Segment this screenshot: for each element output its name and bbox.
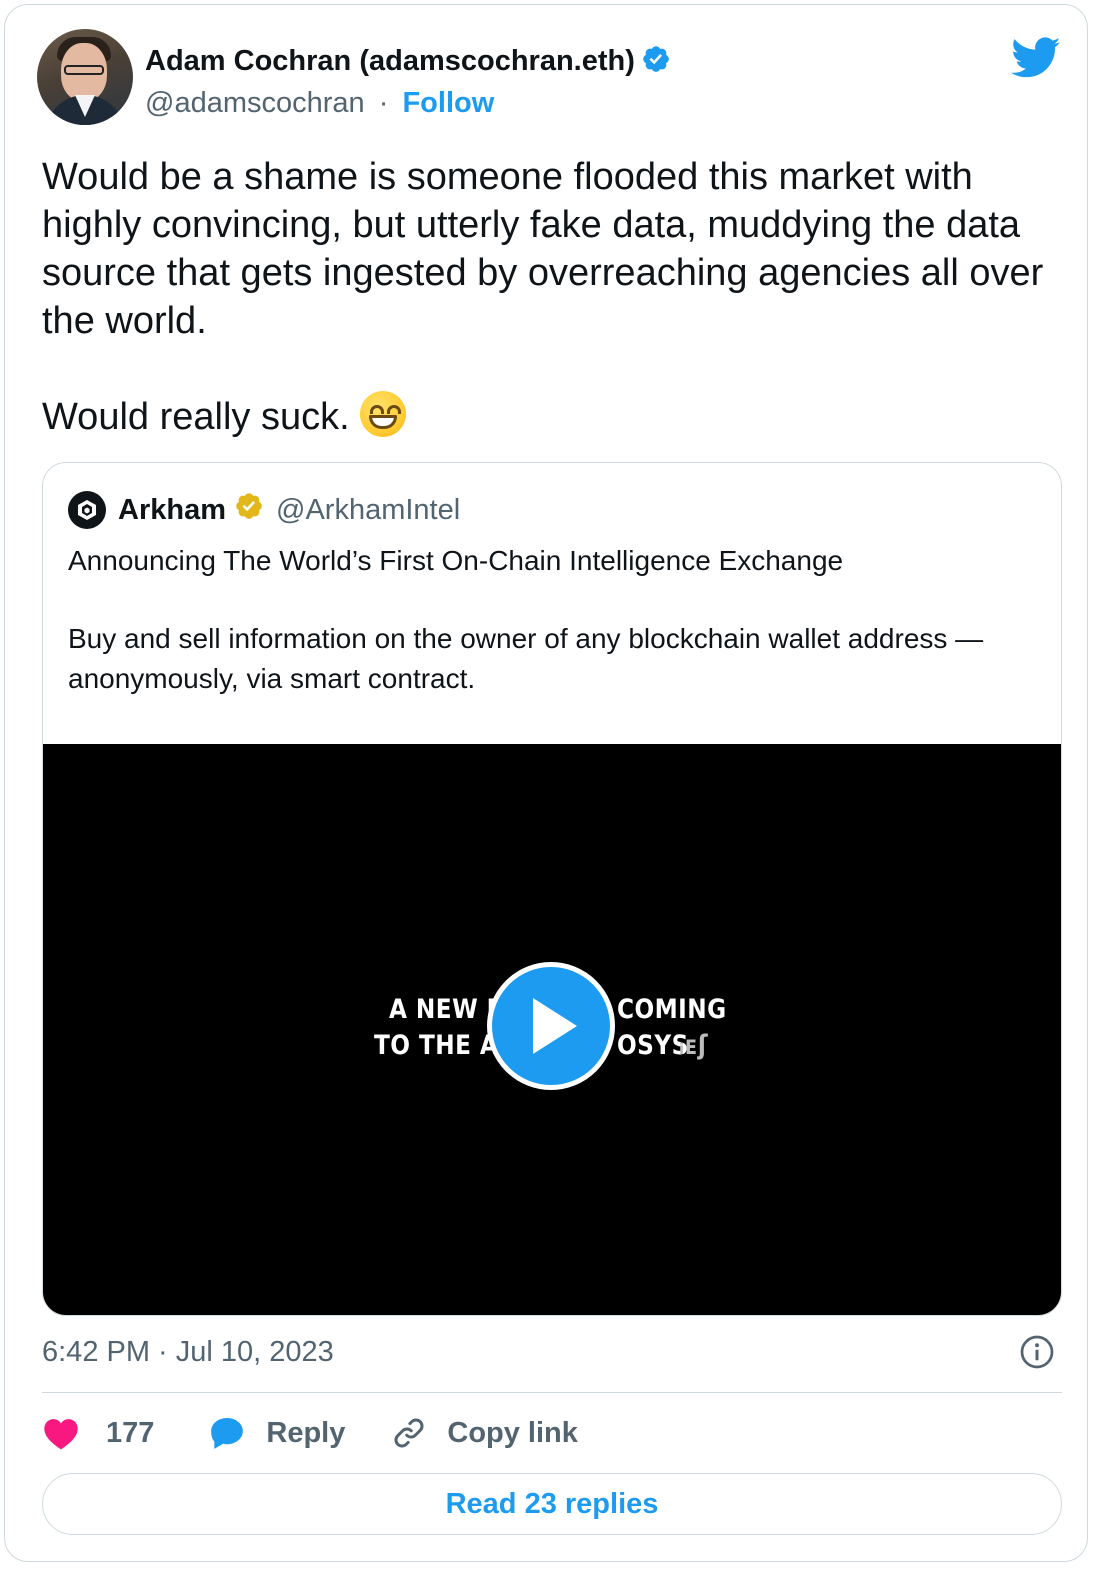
avatar-glasses bbox=[64, 65, 104, 75]
gold-verified-badge-icon bbox=[234, 491, 264, 529]
play-icon bbox=[533, 998, 577, 1054]
action-bar: 177 Reply Copy link bbox=[42, 1409, 578, 1457]
grinning-face-emoji-icon bbox=[360, 391, 407, 437]
read-replies-button[interactable]: Read 23 replies bbox=[42, 1473, 1062, 1535]
info-icon[interactable] bbox=[1019, 1334, 1055, 1370]
heart-icon bbox=[42, 1416, 80, 1450]
tweet-body-line2: Would really suck. bbox=[42, 391, 1062, 441]
quoted-author-row: Arkham @ArkhamIntel bbox=[68, 491, 460, 529]
speech-bubble-icon bbox=[208, 1414, 246, 1452]
follow-link[interactable]: Follow bbox=[402, 87, 494, 119]
link-icon bbox=[391, 1415, 427, 1451]
tweet-card: Adam Cochran (adamscochran.eth) @adamsco… bbox=[4, 4, 1088, 1562]
copy-link-label: Copy link bbox=[447, 1416, 578, 1449]
video-overlay-text-2b: OSYS bbox=[617, 1030, 689, 1061]
tweet-timestamp[interactable]: 6:42 PM · Jul 10, 2023 bbox=[42, 1333, 334, 1371]
tweet-text-main: Would be a shame is someone flooded this… bbox=[42, 156, 1044, 342]
tweet-text-second: Would really suck. bbox=[42, 396, 350, 438]
copy-link-button[interactable]: Copy link bbox=[391, 1415, 578, 1451]
quoted-author-handle[interactable]: @ArkhamIntel bbox=[276, 494, 460, 527]
reply-button[interactable]: Reply bbox=[208, 1414, 345, 1452]
twitter-bird-icon[interactable] bbox=[1011, 37, 1061, 79]
author-avatar[interactable] bbox=[37, 29, 133, 125]
like-count: 177 bbox=[106, 1416, 155, 1449]
quoted-tweet[interactable]: Arkham @ArkhamIntel Announcing The World… bbox=[42, 462, 1062, 1316]
play-button[interactable] bbox=[487, 962, 615, 1090]
arkham-logo-icon bbox=[68, 491, 106, 529]
video-overlay-text-2a: TO THE A bbox=[374, 1030, 499, 1061]
reply-label: Reply bbox=[266, 1416, 346, 1449]
quoted-author-name[interactable]: Arkham bbox=[118, 494, 226, 527]
divider bbox=[42, 1392, 1062, 1393]
quoted-text-line2: Buy and sell information on the owner of… bbox=[68, 623, 984, 694]
video-player[interactable]: A NEW P COMING TO THE A OSYS ᵢᴇʃ bbox=[43, 744, 1061, 1315]
author-handle-row: @adamscochran · Follow bbox=[145, 85, 494, 121]
author-name[interactable]: Adam Cochran (adamscochran.eth) bbox=[145, 43, 635, 79]
tweet-body: Would be a shame is someone flooded this… bbox=[42, 153, 1062, 345]
handle-separator: · bbox=[378, 87, 389, 119]
like-button[interactable]: 177 bbox=[42, 1416, 154, 1450]
verified-badge-icon bbox=[641, 44, 671, 79]
author-handle[interactable]: @adamscochran bbox=[145, 87, 365, 119]
quoted-text-line1: Announcing The World’s First On-Chain In… bbox=[68, 545, 844, 576]
video-overlay-text-1b: COMING bbox=[617, 994, 727, 1025]
author-name-row: Adam Cochran (adamscochran.eth) bbox=[145, 43, 671, 79]
video-overlay-text-2c: ᵢᴇʃ bbox=[679, 1030, 708, 1061]
